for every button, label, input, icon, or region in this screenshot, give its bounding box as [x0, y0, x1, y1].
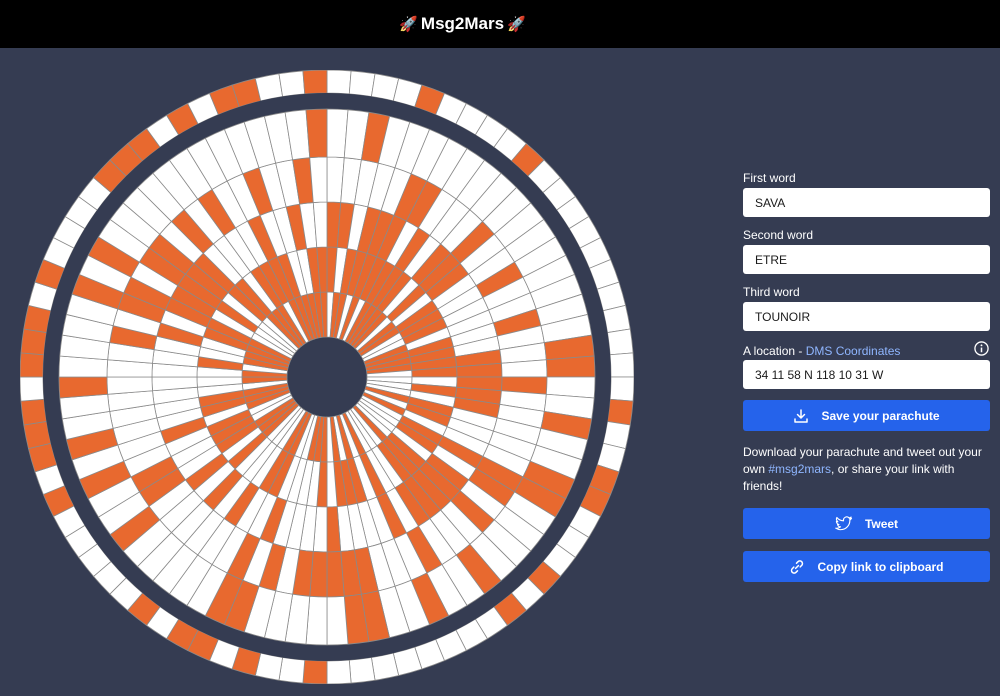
hashtag-link[interactable]: #msg2mars — [768, 462, 831, 476]
canopy-outer-cell — [20, 376, 45, 402]
copy-link-button[interactable]: Copy link to clipboard — [743, 551, 990, 582]
canopy-outer-cell — [607, 328, 634, 356]
save-parachute-button[interactable]: Save your parachute — [743, 400, 990, 431]
canopy-center-vent — [289, 339, 365, 415]
tweet-label: Tweet — [864, 516, 899, 531]
second-word-label: Second word — [743, 228, 814, 242]
canopy-outer-cell — [609, 352, 634, 378]
header-bar: 🚀 Msg2Mars 🚀 — [0, 0, 1000, 48]
info-icon[interactable] — [974, 341, 989, 356]
location-input[interactable] — [743, 360, 990, 389]
settings-panel: First word Second word Third word A loca… — [743, 170, 990, 582]
download-icon — [794, 408, 809, 423]
canopy-outer-cell — [302, 70, 328, 95]
canopy-outer-cell — [348, 70, 376, 97]
canopy-outer-cell — [370, 652, 400, 681]
dms-coordinates-link[interactable]: DMS Coordinates — [806, 344, 901, 358]
canopy-outer-cell — [602, 304, 631, 334]
first-word-input[interactable] — [743, 188, 990, 217]
canopy-outer-cell — [607, 398, 634, 426]
location-label: A location - DMS Coordinates — [743, 344, 900, 358]
copy-link-label: Copy link to clipboard — [817, 559, 944, 574]
app-title-text: Msg2Mars — [420, 14, 505, 33]
location-label-text: A location - — [743, 344, 806, 358]
link-icon — [791, 559, 804, 574]
canopy-outer-cell — [23, 420, 52, 450]
canopy-outer-cell — [20, 352, 45, 378]
rocket-icon-right: 🚀 — [507, 16, 526, 33]
canopy-outer-cell — [326, 70, 352, 95]
share-info-text: Download your parachute and tweet out yo… — [743, 444, 990, 495]
canopy-outer-cell — [348, 657, 376, 684]
canopy-outer-cell — [20, 398, 47, 426]
app-title: 🚀 Msg2Mars 🚀 — [0, 0, 925, 48]
save-parachute-label: Save your parachute — [821, 408, 940, 423]
canopy-outer-cell — [326, 659, 352, 684]
canopy-outer-cell — [20, 328, 47, 356]
second-word-input[interactable] — [743, 245, 990, 274]
canopy-gore-cell — [305, 108, 328, 159]
canopy-outer-cell — [278, 657, 306, 684]
third-word-input[interactable] — [743, 302, 990, 331]
canopy-gore-cell — [58, 376, 109, 399]
canopy-gore-cell — [326, 595, 349, 646]
canopy-outer-cell — [609, 376, 634, 402]
canopy-outer-cell — [254, 73, 284, 102]
rocket-icon-left: 🚀 — [399, 16, 418, 33]
canopy-gore-cell — [545, 355, 596, 378]
canopy-outer-cell — [278, 70, 306, 97]
twitter-icon — [835, 515, 852, 530]
canopy-outer-cell — [302, 659, 328, 684]
tweet-button[interactable]: Tweet — [743, 508, 990, 539]
first-word-label: First word — [743, 171, 796, 185]
location-label-row: A location - DMS Coordinates — [743, 341, 990, 358]
parachute-canopy — [20, 70, 634, 684]
third-word-label: Third word — [743, 285, 800, 299]
